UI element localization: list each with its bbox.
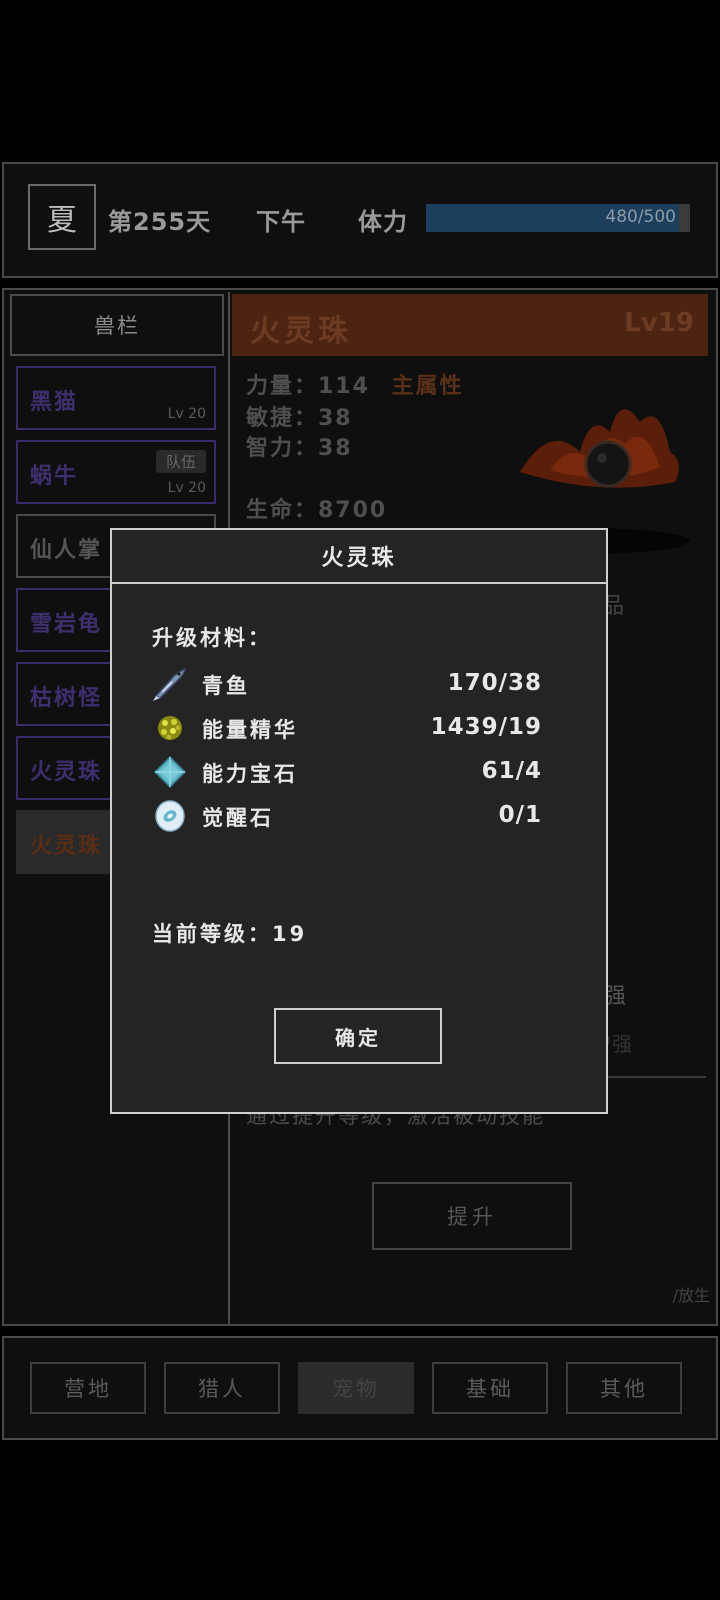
stat-strength: 力量：114 主属性 [246, 368, 464, 400]
fire-orb-icon [520, 409, 679, 488]
material-count: 170/38 [447, 670, 542, 696]
team-badge: 队伍 [155, 450, 206, 473]
release-button[interactable]: /放生 [673, 1282, 710, 1306]
material-name: 青鱼 [202, 674, 250, 698]
material-count: 61/4 [481, 758, 542, 784]
pet-name: 火灵珠 [30, 760, 103, 785]
stamina-bar: 480/500 [426, 204, 690, 232]
stat-hp: 生命：8700 [246, 498, 388, 523]
pet-item-snail[interactable]: 蜗牛 队伍 Lv 20 [16, 440, 216, 504]
upgrade-button[interactable]: 提升 [372, 1182, 572, 1250]
material-row: 青鱼 170/38 [152, 664, 548, 704]
material-row: 能力宝石 61/4 [152, 752, 548, 792]
tab-camp[interactable]: 营地 [30, 1362, 146, 1414]
pet-name: 枯树怪 [30, 686, 103, 711]
stamina-bar-empty [679, 204, 690, 232]
tab-hunter[interactable]: 猎人 [164, 1362, 280, 1414]
bottom-nav: 营地 猎人 宠物 基础 其他 [2, 1336, 718, 1440]
materials-heading: 升级材料： [152, 626, 272, 650]
dialog-title: 火灵珠 [112, 530, 606, 584]
energy-essence-icon [158, 716, 182, 740]
gem-icon [153, 755, 187, 789]
confirm-button[interactable]: 确定 [274, 1008, 442, 1064]
main-attribute-tag: 主属性 [391, 374, 464, 399]
pet-name: 雪岩龟 [30, 612, 103, 637]
pet-name: 火灵珠 [30, 834, 103, 859]
stat-agility: 敏捷：38 [246, 406, 353, 431]
time-of-day: 下午 [256, 208, 306, 236]
stat-intelligence: 智力：38 [246, 436, 353, 461]
stamina-label: 体力 [358, 208, 408, 236]
current-level: 当前等级：19 [152, 922, 308, 946]
tab-other[interactable]: 其他 [566, 1362, 682, 1414]
pet-detail-header: 火灵珠 Lv19 [232, 294, 708, 356]
roster-title: 兽栏 [10, 294, 224, 356]
material-row: 觉醒石 0/1 [152, 796, 548, 836]
awakening-stone-icon [155, 800, 185, 832]
pet-detail-level: Lv19 [624, 308, 694, 338]
material-count: 0/1 [498, 802, 542, 828]
stamina-value: 480/500 [605, 207, 676, 227]
pet-item-black-cat[interactable]: 黑猫 Lv 20 [16, 366, 216, 430]
material-name: 能力宝石 [202, 762, 298, 786]
pet-level: Lv 20 [167, 406, 206, 422]
pet-name: 蜗牛 [30, 464, 79, 489]
material-row: 能量精华 1439/19 [152, 708, 548, 748]
tab-basic[interactable]: 基础 [432, 1362, 548, 1414]
status-bar: 夏 第255天 下午 体力 480/500 [2, 162, 718, 278]
upgrade-dialog: 火灵珠 升级材料： 青鱼 170/38 能量精华 1439/19 能力宝石 61… [110, 528, 608, 1114]
fish-icon [153, 667, 186, 701]
pet-name: 仙人掌 [30, 538, 103, 563]
material-name: 能量精华 [202, 718, 298, 742]
material-name: 觉醒石 [202, 806, 274, 830]
pet-level: Lv 20 [167, 480, 206, 496]
pet-name: 黑猫 [30, 390, 79, 415]
day-counter: 第255天 [108, 208, 212, 236]
season-badge: 夏 [28, 184, 96, 250]
pet-detail-name: 火灵珠 [250, 314, 352, 349]
material-count: 1439/19 [430, 714, 542, 740]
stat-strength-value: 力量：114 [246, 374, 370, 399]
tab-pets[interactable]: 宠物 [298, 1362, 414, 1414]
